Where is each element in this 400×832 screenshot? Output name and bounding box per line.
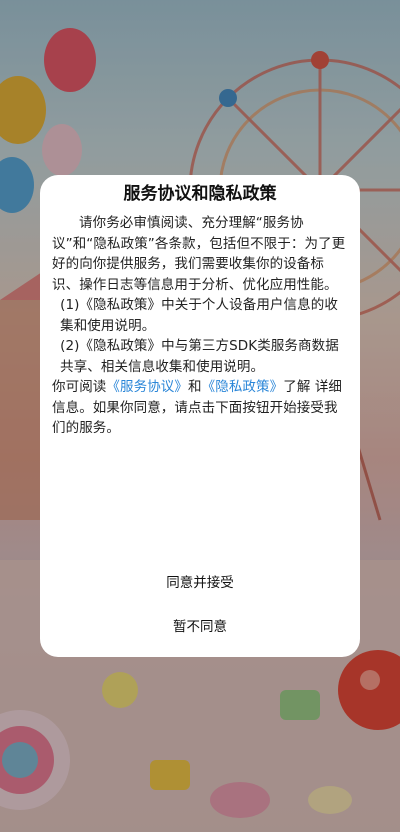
intro-paragraph: 请你务必审慎阅读、充分理解“服务协议”和“隐私政策”各条款，包括但不限于：为了更… [52, 215, 346, 293]
privacy-dialog: 服务协议和隐私政策 请你务必审慎阅读、充分理解“服务协议”和“隐私政策”各条款，… [40, 175, 360, 657]
dialog-title: 服务协议和隐私政策 [123, 184, 277, 204]
privacy-policy-link[interactable]: 《隐私政策》 [202, 379, 284, 395]
dialog-content: 请你务必审慎阅读、充分理解“服务协议”和“隐私政策”各条款，包括但不限于：为了更… [52, 213, 348, 439]
disagree-button[interactable]: 暂不同意 [40, 617, 360, 637]
policy-item-1: (1)《隐私政策》中关于个人设备用户信息的收集和使用说明。 [60, 297, 338, 334]
closing-prefix: 你可阅读 [52, 379, 107, 395]
agree-button[interactable]: 同意并接受 [40, 573, 360, 593]
service-agreement-link[interactable]: 《服务协议》 [106, 379, 188, 395]
policy-item-2: (2)《隐私政策》中与第三方SDK类服务商数据 共享、相关信息收集和使用说明。 [60, 338, 339, 375]
closing-and: 和 [188, 379, 202, 395]
closing-paragraph: 你可阅读《服务协议》和《隐私政策》了解 详细信息。如果你同意，请点击下面按钮开始… [52, 377, 348, 439]
